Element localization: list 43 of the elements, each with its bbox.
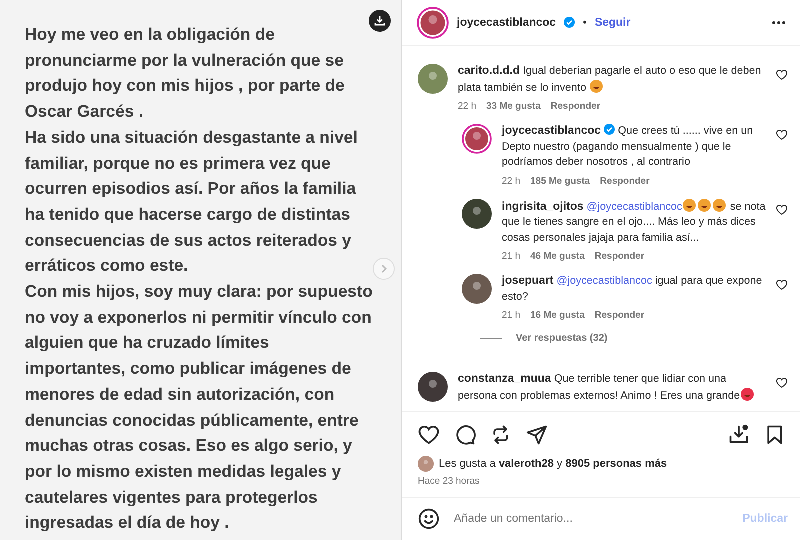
post-text-line: familiar, porque no es primera vez que: [25, 152, 331, 175]
post-text-line: produjo hoy con mis hijos , por parte de: [25, 75, 345, 98]
post-text-line: menores de edad sin autorización, con: [25, 384, 335, 406]
reply-link[interactable]: Responder: [600, 176, 650, 186]
post-text-line: Ha sido una situación desgastante a nivel: [25, 126, 358, 149]
post-text-line: ha tenido que hacerse cargo de distintas: [25, 204, 350, 226]
separator-dot: •: [583, 16, 587, 28]
post-text-line: consecuencias de sus actos reiterados y: [25, 230, 352, 252]
comment-time: 22 h: [458, 101, 476, 112]
post-time: Hace 23 horas: [417, 475, 481, 489]
comment-text: constanza_muua Que terrible tener que lidiar con una persona con problemas externos! Animo ! Eres una grande: [458, 372, 766, 404]
post-text-line: Hoy me veo en la obligación de: [25, 24, 275, 46]
likes-count[interactable]: 16 Me gusta: [530, 310, 585, 321]
post-text-line: por lo mismo existen medidas legales y: [25, 460, 342, 483]
comment-time: 21 h: [502, 251, 520, 262]
comment-text: josepuart @joycecastiblancoc igual para que expone esto?: [502, 274, 764, 304]
follow-link[interactable]: Seguir: [594, 16, 631, 28]
post-text-line: Oscar Garcés .: [25, 101, 144, 124]
post-text-line: denuncias conocidas públicamente, entre: [25, 410, 359, 432]
post-text-line: muchas otras cosas. Eso es algo serio, y: [25, 435, 352, 458]
comment-text: carito.d.d.d Igual deberían pagarle el auto o eso que le deben plata también se lo invento: [458, 64, 762, 96]
post-text-line: ocurren episodios así. Por años la familia: [25, 178, 356, 200]
view-replies-link[interactable]: Ver respuestas (32): [516, 333, 608, 344]
likes-count[interactable]: 185 Me gusta: [530, 176, 590, 186]
comment-text: ingrisita_ojitos @joycecastiblancoc se nota que le tienes sangre en el ojo.... Más leo y más dices cosas personales jajaja para familia así...: [502, 198, 766, 246]
comment-time: 22 h: [502, 176, 520, 186]
post-text-line: importantes, como publicar imágenes de: [25, 358, 352, 380]
comment-text: joycecastiblancoc Que crees tú ...... vive en un Depto nuestro (pagando mensualmente ) que le podríamos deber nosotros , al contrario: [502, 124, 754, 170]
post-text-line: alguien que ha cruzado límites: [25, 332, 270, 354]
comment-time: 21 h: [502, 310, 520, 321]
username[interactable]: joycecastiblancoc: [457, 16, 556, 28]
reply-link[interactable]: Responder: [594, 310, 645, 321]
post-text-line: no voy a exponerlos ni permitir vínculo con: [25, 306, 372, 329]
reply-link[interactable]: Responder: [594, 251, 645, 262]
post-text-line: erráticos como este.: [25, 255, 188, 278]
likes-count[interactable]: 46 Me gusta: [530, 251, 585, 262]
post-text-line: cautelares vigentes para protegerlos: [25, 486, 318, 509]
reply-link[interactable]: Responder: [550, 101, 601, 112]
post-text-line: ingresadas el día de hoy .: [25, 512, 230, 534]
post-text-line: pronunciarme por la vulneración que se: [25, 50, 344, 72]
likes-summary: Les gusta a valeroth28 y 8905 personas más: [439, 458, 668, 470]
post-text-line: Con mis hijos, soy muy clara: por supuesto: [25, 281, 373, 304]
likes-count[interactable]: 33 Me gusta: [486, 101, 541, 112]
